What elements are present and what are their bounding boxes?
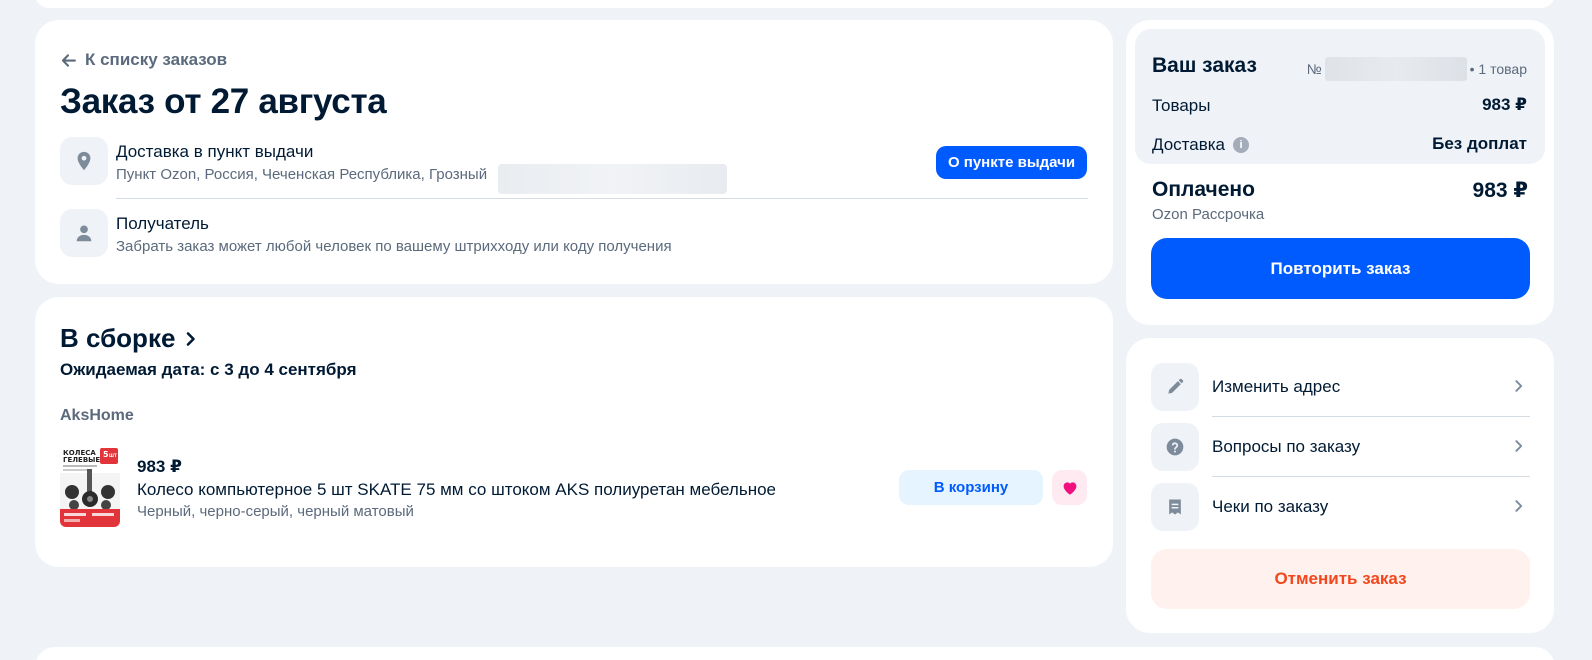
pencil-icon-tile: [1151, 363, 1199, 411]
order-info-card: К списку заказов Заказ от 27 августа Дос…: [35, 20, 1113, 284]
receipt-icon-tile: [1151, 483, 1199, 531]
person-icon: [76, 225, 92, 242]
delivery-title: Доставка в пункт выдачи: [116, 142, 314, 161]
bottom-card-edge: [35, 647, 1555, 660]
summary-box: Ваш заказ № • 1 товар Товары 983 ₽ Доста…: [1135, 29, 1545, 164]
favorite-button[interactable]: [1052, 470, 1087, 505]
order-receipts-action[interactable]: Чеки по заказу: [1151, 477, 1530, 537]
paid-label: Оплачено: [1152, 178, 1255, 201]
product-price: 983 ₽: [137, 457, 182, 476]
cancel-order-button[interactable]: Отменить заказ: [1151, 549, 1530, 609]
delivery-address: Пункт Ozon, Россия, Чеченская Республика…: [116, 166, 488, 183]
divider: [116, 198, 1088, 199]
page-title: Заказ от 27 августа: [60, 82, 387, 121]
order-number-prefix: №: [1306, 61, 1322, 77]
repeat-order-button[interactable]: Повторить заказ: [1151, 238, 1530, 299]
question-icon-tile: [1151, 423, 1199, 471]
question-icon: [1166, 438, 1184, 456]
top-card-edge: [35, 0, 1555, 8]
image-badge-unit: ШТ: [109, 453, 117, 458]
chevron-right-icon: [1515, 380, 1523, 392]
expected-date: Ожидаемая дата: с 3 до 4 сентября: [60, 360, 357, 379]
order-questions-action[interactable]: Вопросы по заказу: [1151, 417, 1530, 477]
shipment-status-link[interactable]: В сборке: [60, 323, 199, 354]
action-label: Чеки по заказу: [1212, 497, 1329, 516]
location-icon-tile: [60, 137, 108, 185]
product-name[interactable]: Колесо компьютерное 5 шт SKATE 75 мм со …: [137, 480, 776, 500]
goods-label: Товары: [1152, 96, 1211, 115]
action-label: Вопросы по заказу: [1212, 437, 1361, 456]
recipient-title: Получатель: [116, 214, 209, 233]
order-summary-card: Ваш заказ № • 1 товар Товары 983 ₽ Доста…: [1126, 20, 1554, 325]
goods-value: 983 ₽: [1482, 95, 1527, 114]
heart-icon: [1063, 481, 1076, 495]
order-number: № • 1 товар: [1307, 57, 1527, 81]
change-address-action[interactable]: Изменить адрес: [1151, 357, 1530, 417]
seller-name[interactable]: AksHome: [60, 407, 134, 425]
add-to-cart-button[interactable]: В корзину: [899, 470, 1043, 505]
payment-method: Ozon Рассрочка: [1152, 206, 1265, 223]
pencil-icon: [1168, 378, 1184, 394]
delivery-value: Без доплат: [1432, 134, 1527, 153]
items-count: • 1 товар: [1469, 61, 1527, 77]
info-icon[interactable]: i: [1233, 137, 1250, 153]
delivery-row: Доставка i: [1152, 135, 1250, 155]
receipt-icon: [1169, 499, 1181, 515]
delivery-label: Доставка: [1152, 135, 1226, 154]
chevron-right-icon: [1515, 500, 1523, 512]
paid-value: 983 ₽: [1472, 179, 1528, 202]
shipment-card: В сборке Ожидаемая дата: с 3 до 4 сентяб…: [35, 297, 1113, 567]
location-pin-icon: [77, 151, 91, 171]
action-label: Изменить адрес: [1212, 377, 1341, 396]
pickup-point-info-button[interactable]: О пункте выдачи: [936, 146, 1087, 179]
order-actions-card: Изменить адрес Вопросы по заказу Чеки по…: [1126, 338, 1554, 633]
product-variant: Черный, черно-серый, черный матовый: [137, 503, 414, 520]
chevron-right-icon: [187, 331, 196, 346]
product-image[interactable]: КОЛЕСА ГЕЛЕВЫЕ 5 ШТ: [60, 447, 120, 527]
back-to-orders-link[interactable]: К списку заказов: [60, 50, 227, 70]
recipient-icon-tile: [60, 209, 108, 257]
summary-title: Ваш заказ: [1152, 54, 1257, 77]
image-text-line2: ГЕЛЕВЫЕ: [63, 456, 100, 464]
chevron-right-icon: [1515, 440, 1523, 452]
order-number-redacted: [1324, 57, 1467, 81]
recipient-subtitle: Забрать заказ может любой человек по ваш…: [116, 238, 672, 255]
address-redacted: [498, 164, 727, 194]
shipment-status: В сборке: [60, 323, 176, 353]
back-link-label: К списку заказов: [85, 50, 228, 69]
arrow-left-icon: [61, 53, 76, 67]
